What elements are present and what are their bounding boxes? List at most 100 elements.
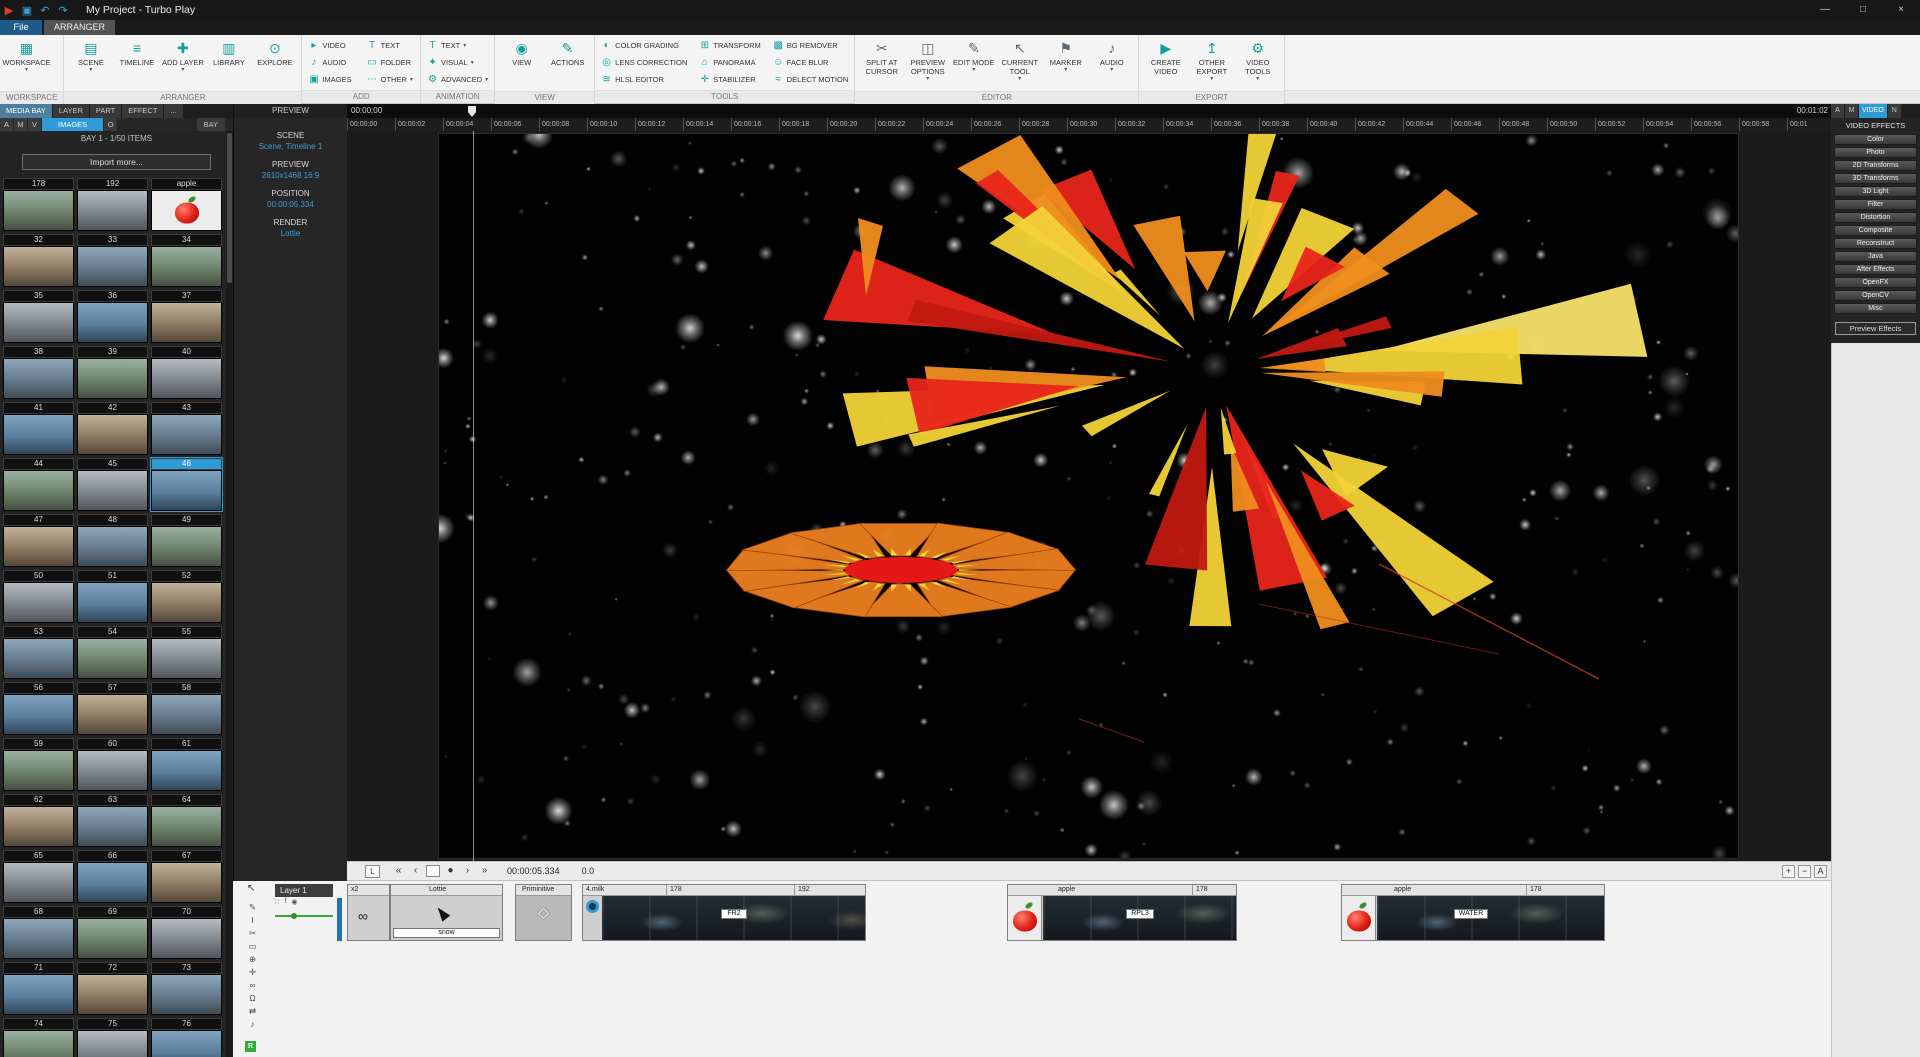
media-item[interactable]: 73 xyxy=(151,962,222,1015)
erase-tool[interactable]: ▭ xyxy=(244,940,261,953)
media-item[interactable]: 54 xyxy=(77,626,148,679)
media-item[interactable]: 45 xyxy=(77,458,148,511)
preview-options-button[interactable]: ◫ PREVIEW OPTIONS ▾ xyxy=(905,37,950,89)
other-export-button[interactable]: ↥ OTHER EXPORT ▾ xyxy=(1189,37,1234,89)
effect-category-button[interactable]: Color xyxy=(1834,134,1917,145)
media-item[interactable]: 40 xyxy=(151,346,222,399)
effect-category-button[interactable]: Reconstruct xyxy=(1834,238,1917,249)
transform-button[interactable]: ⊞ TRANSFORM xyxy=(697,40,763,51)
file-menu[interactable]: File xyxy=(0,20,42,35)
layer-fx-icon[interactable]: f xyxy=(284,898,286,906)
clip-x2[interactable]: x2 ∞ xyxy=(347,884,390,941)
effect-category-button[interactable]: 3D Light xyxy=(1834,186,1917,197)
media-item[interactable]: 60 xyxy=(77,738,148,791)
effect-category-button[interactable]: Misc xyxy=(1834,303,1917,314)
media-item[interactable]: 47 xyxy=(3,514,74,567)
media-item[interactable]: 55 xyxy=(151,626,222,679)
color-grading-button[interactable]: ◐ COLOR GRADING xyxy=(599,40,689,51)
media-item[interactable]: 43 xyxy=(151,402,222,455)
media-item[interactable]: 50 xyxy=(3,570,74,623)
add-images-button[interactable]: ▣ IMAGES xyxy=(306,74,356,85)
current-tool-button[interactable]: ↖ CURRENT TOOL ▾ xyxy=(997,37,1042,89)
go-start-button[interactable]: « xyxy=(390,864,407,878)
media-item[interactable]: 32 xyxy=(3,234,74,287)
media-item[interactable]: 192 xyxy=(77,178,148,231)
delect-motion-button[interactable]: ≈ DELECT MOTION xyxy=(771,74,851,85)
media-item[interactable]: apple xyxy=(151,178,222,231)
undo-icon[interactable]: ↶ xyxy=(36,4,54,17)
media-panel-tab[interactable]: LAYER xyxy=(53,104,89,118)
media-item[interactable]: 63 xyxy=(77,794,148,847)
media-item[interactable]: 51 xyxy=(77,570,148,623)
edit-mode-button[interactable]: ✎ EDIT MODE ▾ xyxy=(951,37,996,89)
media-panel-tab[interactable]: ... xyxy=(164,104,182,118)
layer-grip-icon[interactable]: ∷ xyxy=(275,898,279,906)
timeline-zoom-in-button[interactable]: + xyxy=(1782,865,1795,878)
playhead-marker[interactable] xyxy=(468,106,476,117)
layer-visibility-icon[interactable]: ◉ xyxy=(291,898,297,906)
video-tools-button[interactable]: ⚙ VIDEO TOOLS ▾ xyxy=(1235,37,1280,89)
media-item[interactable]: 72 xyxy=(77,962,148,1015)
media-item[interactable]: 58 xyxy=(151,682,222,735)
clip-apple-1[interactable]: apple 178 RPL3 xyxy=(1007,884,1237,941)
media-item[interactable]: 68 xyxy=(3,906,74,959)
media-item[interactable]: 76 xyxy=(151,1018,222,1057)
clip-priminitive[interactable]: Priminitive ◇ xyxy=(515,884,572,941)
effect-category-button[interactable]: Composite xyxy=(1834,225,1917,236)
media-item[interactable]: 70 xyxy=(151,906,222,959)
workspace-button[interactable]: ▦ WORKSPACE ▾ xyxy=(4,37,49,89)
bg-remover-button[interactable]: ▩ BG REMOVER xyxy=(771,40,851,51)
media-item[interactable]: 41 xyxy=(3,402,74,455)
play-button[interactable]: › xyxy=(459,864,476,878)
stop-button[interactable]: ■ xyxy=(426,865,440,877)
stabilizer-button[interactable]: ✛ STABILIZER xyxy=(697,74,763,85)
add-text-button[interactable]: T TEXT xyxy=(365,40,416,51)
media-filter-tab[interactable]: M xyxy=(14,118,27,131)
effect-category-button[interactable]: OpenFX xyxy=(1834,277,1917,288)
effect-category-button[interactable]: Filter xyxy=(1834,199,1917,210)
bay-tab[interactable]: BAY xyxy=(197,118,225,131)
media-item[interactable]: 46 xyxy=(151,458,222,511)
save-icon[interactable]: ▣ xyxy=(18,4,36,17)
go-end-button[interactable]: » xyxy=(476,864,493,878)
marker-button[interactable]: ⚑ MARKER ▾ xyxy=(1043,37,1088,89)
media-item[interactable]: 56 xyxy=(3,682,74,735)
media-item[interactable]: 62 xyxy=(3,794,74,847)
media-item[interactable]: 39 xyxy=(77,346,148,399)
media-item[interactable]: 34 xyxy=(151,234,222,287)
zoom-tool[interactable]: ⊕ xyxy=(244,953,261,966)
media-filter-tab[interactable]: A xyxy=(0,118,13,131)
link-tool[interactable]: ∞ xyxy=(244,979,261,992)
view-button[interactable]: ◉ VIEW xyxy=(499,37,544,89)
add-other-button[interactable]: ⋯ OTHER ▾ xyxy=(365,74,416,85)
explore-button[interactable]: ⊙ EXPLORE xyxy=(252,37,297,89)
timeline-auto-button[interactable]: A xyxy=(1814,865,1827,878)
add-video-button[interactable]: ▸ VIDEO xyxy=(306,40,356,51)
effect-category-button[interactable]: 2D Transforms xyxy=(1834,160,1917,171)
media-scrollbar[interactable] xyxy=(226,131,233,1057)
effect-category-button[interactable]: OpenCV xyxy=(1834,290,1917,301)
loop-toggle[interactable]: L xyxy=(365,865,380,878)
media-item[interactable]: 49 xyxy=(151,514,222,567)
hlsl-editor-button[interactable]: ≋ HLSL EDITOR xyxy=(599,74,689,85)
actions-button[interactable]: ✎ ACTIONS xyxy=(545,37,590,89)
anim-visual-button[interactable]: ✦ VISUAL ▾ xyxy=(425,57,490,68)
media-item[interactable]: 48 xyxy=(77,514,148,567)
media-item[interactable]: 69 xyxy=(77,906,148,959)
maximize-button[interactable]: □ xyxy=(1844,0,1882,20)
media-item[interactable]: 33 xyxy=(77,234,148,287)
add-audio-button[interactable]: ♪ AUDIO xyxy=(306,57,356,68)
media-item[interactable]: 64 xyxy=(151,794,222,847)
face-blur-button[interactable]: ☺ FACE BLUR xyxy=(771,57,851,68)
audio-tool[interactable]: ♪ xyxy=(244,1018,261,1031)
media-item[interactable]: 61 xyxy=(151,738,222,791)
magnet-tool[interactable]: Ω xyxy=(244,992,261,1005)
media-item[interactable]: 178 xyxy=(3,178,74,231)
preview-effects-button[interactable]: Preview Effects xyxy=(1835,322,1916,335)
anim-text-button[interactable]: T TEXT ▾ xyxy=(425,40,490,51)
redo-icon[interactable]: ↷ xyxy=(54,4,72,17)
audio-editor-button[interactable]: ♪ AUDIO ▾ xyxy=(1089,37,1134,89)
effect-category-button[interactable]: Photo xyxy=(1834,147,1917,158)
import-more-button[interactable]: Import more... xyxy=(22,154,211,170)
panorama-button[interactable]: ⌂ PANORAMA xyxy=(697,57,763,68)
